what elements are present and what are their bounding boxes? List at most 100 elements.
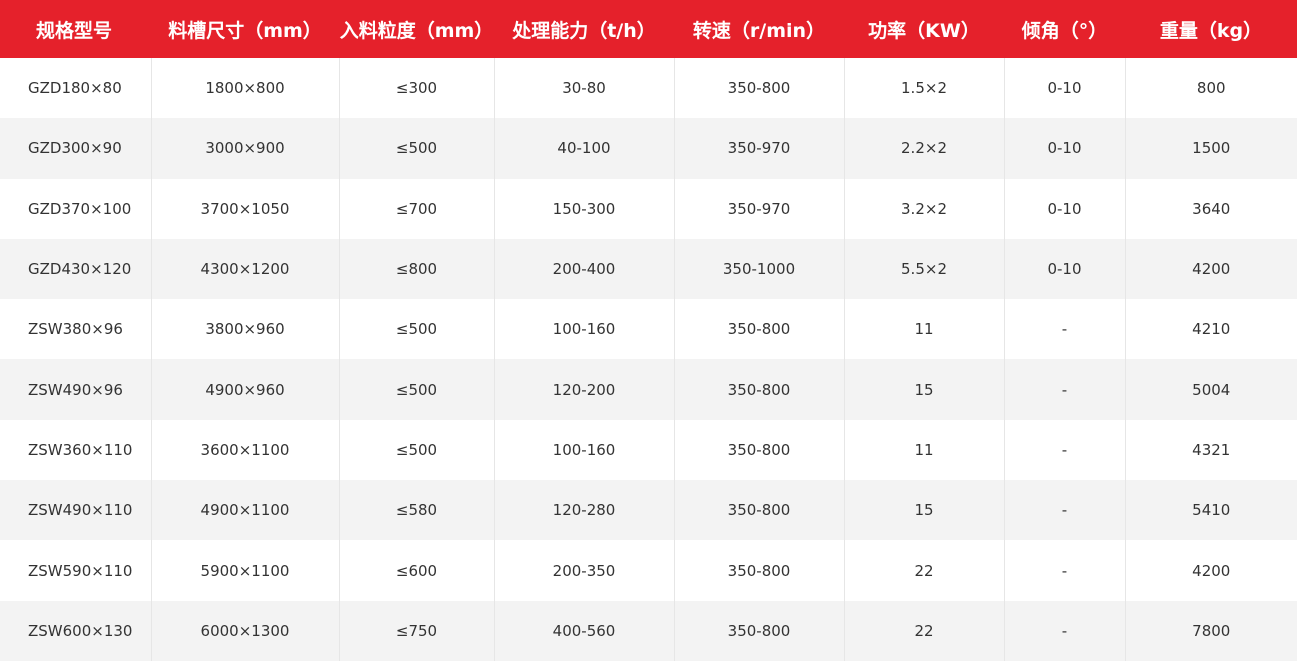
cell-angle: - <box>1003 419 1125 481</box>
cell-speed: 350-970 <box>673 118 844 179</box>
cell-power: 11 <box>843 419 1004 481</box>
cell-trough-size: 4900×960 <box>150 359 339 420</box>
cell-model: ZSW380×96 <box>28 320 123 339</box>
header-trough-size: 料槽尺寸（mm） <box>168 19 322 42</box>
table-row: ZSW590×110 5900×1100 ≤600 200-350 350-800 22-… <box>0 540 1297 601</box>
cell-trough-size: 1800×800 <box>150 58 339 119</box>
cell-power: 15 <box>843 480 1004 541</box>
cell-capacity: 100-160 <box>493 419 674 481</box>
table-row: GZD300×90 3000×900 ≤500 40-100 350-970 2.2×2 0… <box>0 118 1297 179</box>
table-row: ZSW600×130 6000×1300 ≤750 400-560 350-800 22-… <box>0 600 1297 661</box>
header-power: 功率（KW） <box>868 19 980 42</box>
cell-trough-size: 3600×1100 <box>150 419 339 481</box>
cell-speed: 350-800 <box>673 58 844 119</box>
table-row: ZSW490×110 4900×1100 ≤580 120-280 350-800 15-… <box>0 480 1297 541</box>
table-body: GZD180×80 1800×800 ≤300 30-80 350-800 1.5×2 0-… <box>0 58 1297 661</box>
header-capacity: 处理能力（t/h） <box>512 19 656 42</box>
cell-angle: 0-10 <box>1003 178 1125 239</box>
table-row: ZSW490×96 4900×960 ≤500 120-200 350-800 15-50… <box>0 359 1297 420</box>
cell-weight: 4200 <box>1124 238 1297 300</box>
cell-weight: 4200 <box>1124 540 1297 601</box>
cell-trough-size: 5900×1100 <box>150 540 339 601</box>
header-speed: 转速（r/min） <box>692 19 826 42</box>
cell-model: GZD370×100 <box>28 199 132 218</box>
cell-model: GZD180×80 <box>28 79 122 98</box>
header-model: 规格型号 <box>36 19 113 42</box>
cell-weight: 800 <box>1124 58 1297 119</box>
table-row: GZD430×120 4300×1200 ≤800 200-400 350-1000 5.… <box>0 238 1297 300</box>
cell-capacity: 120-200 <box>493 359 674 420</box>
cell-capacity: 200-350 <box>493 540 674 601</box>
cell-angle: - <box>1003 299 1125 360</box>
cell-capacity: 30-80 <box>493 58 674 119</box>
cell-feed-size: ≤700 <box>338 178 494 239</box>
cell-feed-size: ≤500 <box>338 359 494 420</box>
cell-power: 2.2×2 <box>843 118 1004 179</box>
cell-power: 22 <box>843 540 1004 601</box>
cell-speed: 350-800 <box>673 419 844 481</box>
cell-speed: 350-800 <box>673 540 844 601</box>
cell-trough-size: 6000×1300 <box>150 600 339 661</box>
cell-capacity: 400-560 <box>493 600 674 661</box>
cell-model: ZSW600×130 <box>28 621 133 640</box>
cell-power: 15 <box>843 359 1004 420</box>
header-feed-size: 入料粒度（mm） <box>339 19 494 42</box>
cell-speed: 350-970 <box>673 178 844 239</box>
cell-trough-size: 3800×960 <box>150 299 339 360</box>
cell-feed-size: ≤600 <box>338 540 494 601</box>
cell-angle: 0-10 <box>1003 238 1125 300</box>
header-angle: 倾角（°） <box>1021 19 1108 42</box>
cell-speed: 350-800 <box>673 359 844 420</box>
cell-weight: 7800 <box>1124 600 1297 661</box>
cell-angle: - <box>1003 600 1125 661</box>
header-row: 规格型号 料槽尺寸（mm） 入料粒度（mm） 处理能力（t/h） 转速（r/mi… <box>0 0 1297 58</box>
cell-capacity: 40-100 <box>493 118 674 179</box>
cell-speed: 350-800 <box>673 480 844 541</box>
header-weight: 重量（kg） <box>1159 19 1263 42</box>
cell-power: 11 <box>843 299 1004 360</box>
cell-feed-size: ≤800 <box>338 238 494 300</box>
cell-angle: - <box>1003 359 1125 420</box>
cell-trough-size: 4900×1100 <box>150 480 339 541</box>
cell-model: ZSW360×110 <box>28 440 133 459</box>
cell-angle: 0-10 <box>1003 118 1125 179</box>
specification-table: 规格型号 料槽尺寸（mm） 入料粒度（mm） 处理能力（t/h） 转速（r/mi… <box>0 0 1297 661</box>
cell-speed: 350-800 <box>673 600 844 661</box>
cell-speed: 350-800 <box>673 299 844 360</box>
table-row: GZD370×100 3700×1050 ≤700 150-300 350-970 3.2… <box>0 178 1297 239</box>
cell-model: GZD430×120 <box>28 260 132 279</box>
cell-capacity: 100-160 <box>493 299 674 360</box>
cell-speed: 350-1000 <box>673 238 844 300</box>
cell-model: ZSW490×96 <box>28 380 123 399</box>
cell-power: 1.5×2 <box>843 58 1004 119</box>
cell-capacity: 120-280 <box>493 480 674 541</box>
cell-angle: - <box>1003 480 1125 541</box>
cell-model: GZD300×90 <box>28 139 122 158</box>
cell-angle: 0-10 <box>1003 58 1125 119</box>
cell-feed-size: ≤750 <box>338 600 494 661</box>
cell-power: 22 <box>843 600 1004 661</box>
cell-weight: 5410 <box>1124 480 1297 541</box>
cell-angle: - <box>1003 540 1125 601</box>
cell-model: ZSW590×110 <box>28 561 133 580</box>
table-row: ZSW380×96 3800×960 ≤500 100-160 350-800 11-42… <box>0 299 1297 360</box>
cell-feed-size: ≤500 <box>338 118 494 179</box>
table-row: GZD180×80 1800×800 ≤300 30-80 350-800 1.5×2 0-… <box>0 58 1297 119</box>
cell-trough-size: 3700×1050 <box>150 178 339 239</box>
table-header: 规格型号 料槽尺寸（mm） 入料粒度（mm） 处理能力（t/h） 转速（r/mi… <box>0 0 1297 58</box>
cell-trough-size: 3000×900 <box>150 118 339 179</box>
cell-weight: 4321 <box>1124 419 1297 481</box>
cell-feed-size: ≤580 <box>338 480 494 541</box>
table-row: ZSW360×110 3600×1100 ≤500 100-160 350-800 11-… <box>0 419 1297 481</box>
cell-feed-size: ≤500 <box>338 299 494 360</box>
cell-feed-size: ≤500 <box>338 419 494 481</box>
cell-power: 5.5×2 <box>843 238 1004 300</box>
cell-power: 3.2×2 <box>843 178 1004 239</box>
cell-weight: 1500 <box>1124 118 1297 179</box>
cell-weight: 3640 <box>1124 178 1297 239</box>
cell-capacity: 200-400 <box>493 238 674 300</box>
cell-capacity: 150-300 <box>493 178 674 239</box>
cell-model: ZSW490×110 <box>28 501 133 520</box>
cell-weight: 5004 <box>1124 359 1297 420</box>
cell-feed-size: ≤300 <box>338 58 494 119</box>
